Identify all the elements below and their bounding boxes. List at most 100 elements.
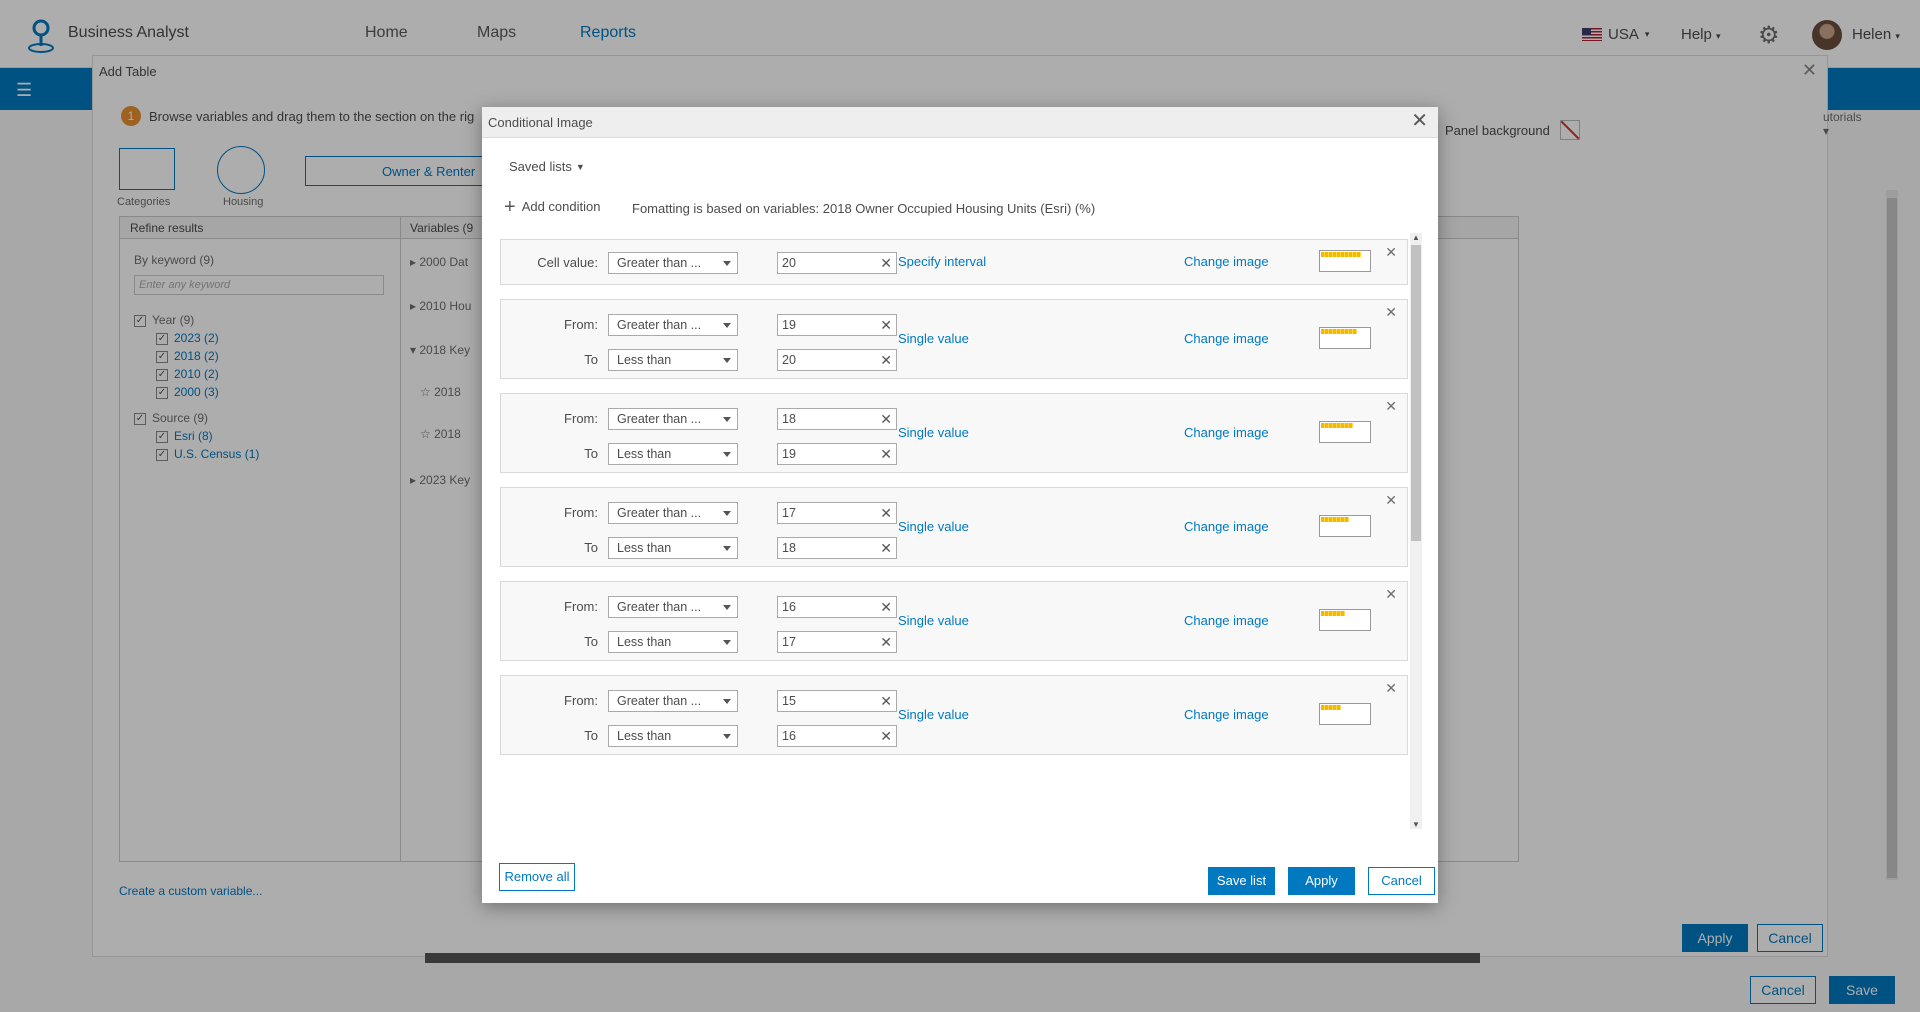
operator-select[interactable]: Greater than ... [608, 408, 738, 430]
change-image-link[interactable]: Change image [1184, 707, 1269, 722]
clear-icon[interactable]: ✕ [880, 445, 892, 463]
value-input[interactable]: 20 ✕ [777, 252, 897, 274]
single-value-link[interactable]: Single value [898, 425, 969, 440]
dialog-header: Conditional Image ✕ [482, 107, 1438, 138]
clear-icon[interactable]: ✕ [880, 316, 892, 334]
clear-icon[interactable]: ✕ [880, 692, 892, 710]
condition-label: To [584, 446, 598, 461]
remove-condition-icon[interactable]: ✕ [1385, 586, 1397, 603]
condition-label: To [584, 634, 598, 649]
chevron-down-icon [723, 452, 731, 457]
clear-icon[interactable]: ✕ [880, 410, 892, 428]
format-note: Fomatting is based on variables: 2018 Ow… [632, 201, 1096, 216]
remove-condition-icon[interactable]: ✕ [1385, 680, 1397, 697]
operator-select[interactable]: Less than [608, 443, 738, 465]
condition-label: From: [564, 693, 598, 708]
image-preview[interactable] [1319, 609, 1371, 631]
remove-condition-icon[interactable]: ✕ [1385, 398, 1397, 415]
image-preview[interactable] [1319, 515, 1371, 537]
change-image-link[interactable]: Change image [1184, 613, 1269, 628]
value-input[interactable]: 16 ✕ [777, 725, 897, 747]
chevron-down-icon [723, 734, 731, 739]
condition-label: From: [564, 317, 598, 332]
image-preview[interactable] [1319, 703, 1371, 725]
condition-card: ✕ From: Greater than ... 16 ✕ To Less than 17 ✕ S… [500, 581, 1408, 661]
saved-lists-dropdown[interactable]: Saved lists ▼ [509, 159, 585, 174]
value-input[interactable]: 19 ✕ [777, 314, 897, 336]
single-value-link[interactable]: Single value [898, 331, 969, 346]
scroll-thumb[interactable] [1411, 245, 1421, 541]
image-fill [1321, 252, 1361, 257]
remove-condition-icon[interactable]: ✕ [1385, 244, 1397, 261]
chevron-down-icon [723, 605, 731, 610]
operator-select[interactable]: Greater than ... [608, 596, 738, 618]
conditions-scrollbar[interactable]: ▲ ▼ [1410, 233, 1422, 829]
condition-label: From: [564, 599, 598, 614]
value-input[interactable]: 17 ✕ [777, 631, 897, 653]
clear-icon[interactable]: ✕ [880, 598, 892, 616]
single-value-link[interactable]: Single value [898, 519, 969, 534]
chevron-down-icon [723, 323, 731, 328]
value-input[interactable]: 20 ✕ [777, 349, 897, 371]
clear-icon[interactable]: ✕ [880, 504, 892, 522]
image-preview[interactable] [1319, 421, 1371, 443]
image-fill [1321, 329, 1357, 334]
apply-button[interactable]: Apply [1288, 867, 1355, 895]
condition-label: To [584, 728, 598, 743]
condition-card: ✕ From: Greater than ... 19 ✕ To Less than 20 ✕ S… [500, 299, 1408, 379]
change-image-link[interactable]: Change image [1184, 254, 1269, 269]
condition-card: ✕ From: Greater than ... 15 ✕ To Less than 16 ✕ S… [500, 675, 1408, 755]
clear-icon[interactable]: ✕ [880, 254, 892, 272]
scroll-down-icon[interactable]: ▼ [1412, 820, 1420, 829]
chevron-down-icon [723, 511, 731, 516]
save-list-button[interactable]: Save list [1208, 867, 1275, 895]
image-preview[interactable] [1319, 250, 1371, 272]
value-input[interactable]: 15 ✕ [777, 690, 897, 712]
remove-condition-icon[interactable]: ✕ [1385, 492, 1397, 509]
remove-condition-icon[interactable]: ✕ [1385, 304, 1397, 321]
image-fill [1321, 705, 1341, 710]
close-icon[interactable]: ✕ [1411, 111, 1428, 131]
clear-icon[interactable]: ✕ [880, 539, 892, 557]
operator-select[interactable]: Greater than ... [608, 252, 738, 274]
clear-icon[interactable]: ✕ [880, 727, 892, 745]
value-input[interactable]: 19 ✕ [777, 443, 897, 465]
change-image-link[interactable]: Change image [1184, 425, 1269, 440]
dialog-title: Conditional Image [488, 115, 593, 130]
condition-card: ✕ Cell value: Greater than ... 20 ✕ Specify i… [500, 239, 1408, 285]
image-fill [1321, 611, 1345, 616]
condition-card: ✕ From: Greater than ... 17 ✕ To Less than 18 ✕ S… [500, 487, 1408, 567]
operator-select[interactable]: Greater than ... [608, 690, 738, 712]
operator-select[interactable]: Less than [608, 631, 738, 653]
image-preview[interactable] [1319, 327, 1371, 349]
chevron-down-icon [723, 640, 731, 645]
chevron-down-icon [723, 261, 731, 266]
operator-select[interactable]: Greater than ... [608, 314, 738, 336]
value-input[interactable]: 18 ✕ [777, 537, 897, 559]
value-input[interactable]: 18 ✕ [777, 408, 897, 430]
value-input[interactable]: 17 ✕ [777, 502, 897, 524]
clear-icon[interactable]: ✕ [880, 351, 892, 369]
value-input[interactable]: 16 ✕ [777, 596, 897, 618]
condition-label: Cell value: [537, 255, 598, 270]
clear-icon[interactable]: ✕ [880, 633, 892, 651]
conditions-list: ✕ From: Greater than ... 15 ✕ To Less than 16 ✕ S… [500, 233, 1422, 829]
remove-all-button[interactable]: Remove all [499, 863, 575, 891]
condition-label: To [584, 540, 598, 555]
single-value-link[interactable]: Single value [898, 613, 969, 628]
chevron-down-icon [723, 417, 731, 422]
operator-select[interactable]: Less than [608, 537, 738, 559]
operator-select[interactable]: Less than [608, 349, 738, 371]
change-image-link[interactable]: Change image [1184, 519, 1269, 534]
operator-select[interactable]: Less than [608, 725, 738, 747]
add-condition-button[interactable]: + Add condition [504, 195, 600, 218]
operator-select[interactable]: Greater than ... [608, 502, 738, 524]
condition-label: From: [564, 411, 598, 426]
scroll-up-icon[interactable]: ▲ [1412, 233, 1420, 242]
cancel-button[interactable]: Cancel [1368, 867, 1435, 895]
condition-label: From: [564, 505, 598, 520]
plus-icon: + [504, 195, 516, 218]
change-image-link[interactable]: Change image [1184, 331, 1269, 346]
specify-interval-link[interactable]: Specify interval [898, 254, 986, 269]
single-value-link[interactable]: Single value [898, 707, 969, 722]
